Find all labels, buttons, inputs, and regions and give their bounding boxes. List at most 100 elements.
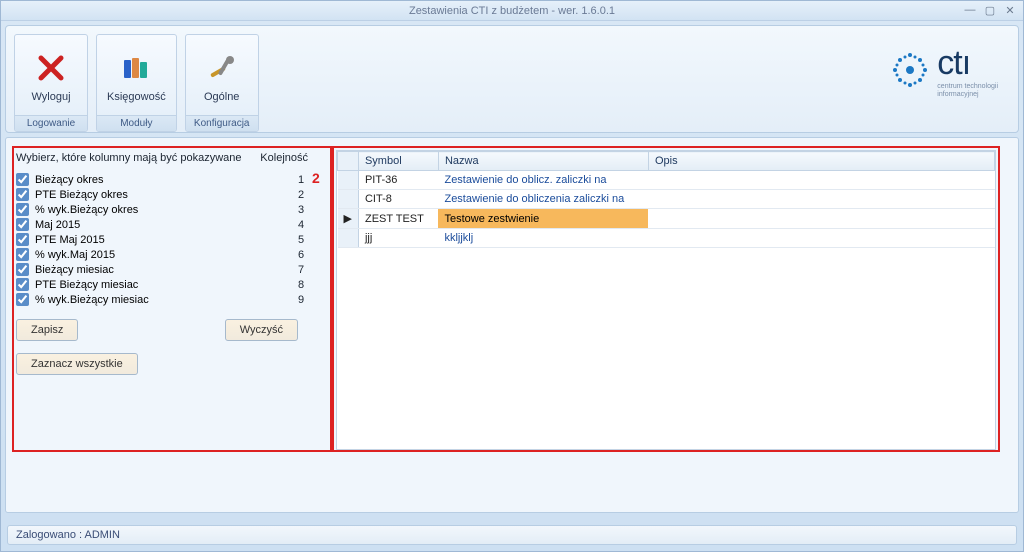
logout-label: Wyloguj xyxy=(31,91,70,103)
minimize-icon[interactable]: — xyxy=(963,4,977,17)
logout-icon xyxy=(35,52,67,87)
logout-button[interactable]: Wyloguj xyxy=(15,35,87,115)
column-checkbox-row: PTE Bieżący miesiac 8 xyxy=(16,277,326,292)
column-checkbox[interactable] xyxy=(16,278,29,291)
cell-name: Zestawienie do obliczenia zaliczki na xyxy=(438,190,648,209)
general-button[interactable]: Ogólne xyxy=(186,35,258,115)
cell-desc xyxy=(648,171,994,190)
cell-symbol: CIT-8 xyxy=(358,190,438,209)
window-controls: — ▢ ✕ xyxy=(963,4,1017,17)
ribbon-group-label-config: Konfiguracja xyxy=(186,115,258,131)
cell-symbol: jjj xyxy=(358,229,438,248)
cell-name: kkljjklj xyxy=(438,229,648,248)
column-order: 6 xyxy=(298,249,326,261)
column-label: Maj 2015 xyxy=(35,219,80,231)
column-checkbox[interactable] xyxy=(16,203,29,216)
column-order: 2 xyxy=(298,189,326,201)
app-window: Zestawienia CTI z budżetem - wer. 1.6.0.… xyxy=(0,0,1024,552)
ribbon: Wyloguj Logowanie Księgowość Moduły xyxy=(5,25,1019,133)
table-row[interactable]: jjjkkljjklj xyxy=(338,229,995,248)
col-symbol[interactable]: Symbol xyxy=(358,152,438,171)
maximize-icon[interactable]: ▢ xyxy=(983,4,997,17)
column-order: 7 xyxy=(298,264,326,276)
column-checkbox[interactable] xyxy=(16,188,29,201)
column-order: 4 xyxy=(298,219,326,231)
logo-text: ctı xyxy=(937,44,998,83)
logo-sub1: centrum technologii xyxy=(937,83,998,91)
column-label: PTE Bieżący miesiac xyxy=(35,279,138,291)
table-row[interactable]: PIT-36Zestawienie do oblicz. zaliczki na xyxy=(338,171,995,190)
row-selector xyxy=(338,190,359,209)
table-row[interactable]: CIT-8Zestawienie do obliczenia zaliczki … xyxy=(338,190,995,209)
row-selector xyxy=(338,171,359,190)
table-row[interactable]: ▶ZEST TESTTestowe zestwienie xyxy=(338,209,995,229)
cell-desc xyxy=(648,209,994,229)
row-selector-header xyxy=(338,152,359,171)
column-order: 9 xyxy=(298,294,326,306)
window-title: Zestawienia CTI z budżetem - wer. 1.6.0.… xyxy=(409,5,615,17)
ribbon-group-logging: Wyloguj Logowanie xyxy=(14,34,88,132)
row-selector xyxy=(338,229,359,248)
column-checkbox-row: PTE Bieżący okres 2 xyxy=(16,187,326,202)
column-checkbox-row: Maj 2015 4 xyxy=(16,217,326,232)
general-label: Ogólne xyxy=(204,91,239,103)
ribbon-group-label-modules: Moduły xyxy=(97,115,176,131)
definitions-grid[interactable]: Symbol Nazwa Opis PIT-36Zestawienie do o… xyxy=(337,151,995,248)
column-checkbox[interactable] xyxy=(16,263,29,276)
logo: ctı centrum technologii informacyjnej xyxy=(889,44,998,100)
col-name[interactable]: Nazwa xyxy=(438,152,648,171)
column-label: % wyk.Bieżący okres xyxy=(35,204,138,216)
ribbon-group-label-logging: Logowanie xyxy=(15,115,87,131)
ribbon-group-config: Ogólne Konfiguracja xyxy=(185,34,259,132)
column-checkbox-row: Bieżący okres 1 xyxy=(16,172,326,187)
order-header-label: Kolejność xyxy=(260,152,326,164)
column-label: PTE Bieżący okres xyxy=(35,189,128,201)
column-checkbox-row: % wyk.Bieżący miesiac 9 xyxy=(16,292,326,307)
column-checkbox-row: PTE Maj 2015 5 xyxy=(16,232,326,247)
books-icon xyxy=(120,52,152,87)
save-button[interactable]: Zapisz xyxy=(16,319,78,341)
column-order: 3 xyxy=(298,204,326,216)
titlebar: Zestawienia CTI z budżetem - wer. 1.6.0.… xyxy=(1,1,1023,21)
checkbox-list: Bieżący okres1PTE Bieżący okres2% wyk.Bi… xyxy=(16,172,326,307)
column-checkbox[interactable] xyxy=(16,173,29,186)
columns-panel: Wybierz, które kolumny mają być pokazywa… xyxy=(16,152,326,375)
tools-icon xyxy=(206,52,238,87)
columns-header-label: Wybierz, które kolumny mają być pokazywa… xyxy=(16,152,242,164)
cell-name: Zestawienie do oblicz. zaliczki na xyxy=(438,171,648,190)
column-checkbox[interactable] xyxy=(16,248,29,261)
logo-icon xyxy=(889,49,931,94)
accounting-label: Księgowość xyxy=(107,91,166,103)
column-order: 1 xyxy=(298,174,326,186)
status-text: Zalogowano : ADMIN xyxy=(16,529,120,541)
cell-name: Testowe zestwienie xyxy=(438,209,648,229)
cell-symbol: ZEST TEST xyxy=(358,209,438,229)
clear-button[interactable]: Wyczyść xyxy=(225,319,298,341)
cell-desc xyxy=(648,229,994,248)
grid-container: Symbol Nazwa Opis PIT-36Zestawienie do o… xyxy=(336,150,996,450)
column-label: Bieżący miesiac xyxy=(35,264,114,276)
ribbon-group-modules: Księgowość Moduły xyxy=(96,34,177,132)
accounting-button[interactable]: Księgowość xyxy=(97,35,176,115)
column-checkbox-row: % wyk.Bieżący okres 3 xyxy=(16,202,326,217)
select-all-button[interactable]: Zaznacz wszystkie xyxy=(16,353,138,375)
column-label: PTE Maj 2015 xyxy=(35,234,105,246)
cell-desc xyxy=(648,190,994,209)
cell-symbol: PIT-36 xyxy=(358,171,438,190)
statusbar: Zalogowano : ADMIN xyxy=(7,525,1017,545)
column-checkbox[interactable] xyxy=(16,233,29,246)
row-selector: ▶ xyxy=(338,209,359,229)
column-checkbox-row: % wyk.Maj 2015 6 xyxy=(16,247,326,262)
content-area: 2 1 Wybierz, które kolumny mają być poka… xyxy=(5,137,1019,513)
logo-sub2: informacyjnej xyxy=(937,91,998,99)
column-label: Bieżący okres xyxy=(35,174,103,186)
column-order: 5 xyxy=(298,234,326,246)
column-label: % wyk.Bieżący miesiac xyxy=(35,294,149,306)
column-checkbox-row: Bieżący miesiac 7 xyxy=(16,262,326,277)
close-icon[interactable]: ✕ xyxy=(1003,4,1017,17)
column-checkbox[interactable] xyxy=(16,293,29,306)
col-desc[interactable]: Opis xyxy=(648,152,994,171)
column-label: % wyk.Maj 2015 xyxy=(35,249,115,261)
column-order: 8 xyxy=(298,279,326,291)
column-checkbox[interactable] xyxy=(16,218,29,231)
